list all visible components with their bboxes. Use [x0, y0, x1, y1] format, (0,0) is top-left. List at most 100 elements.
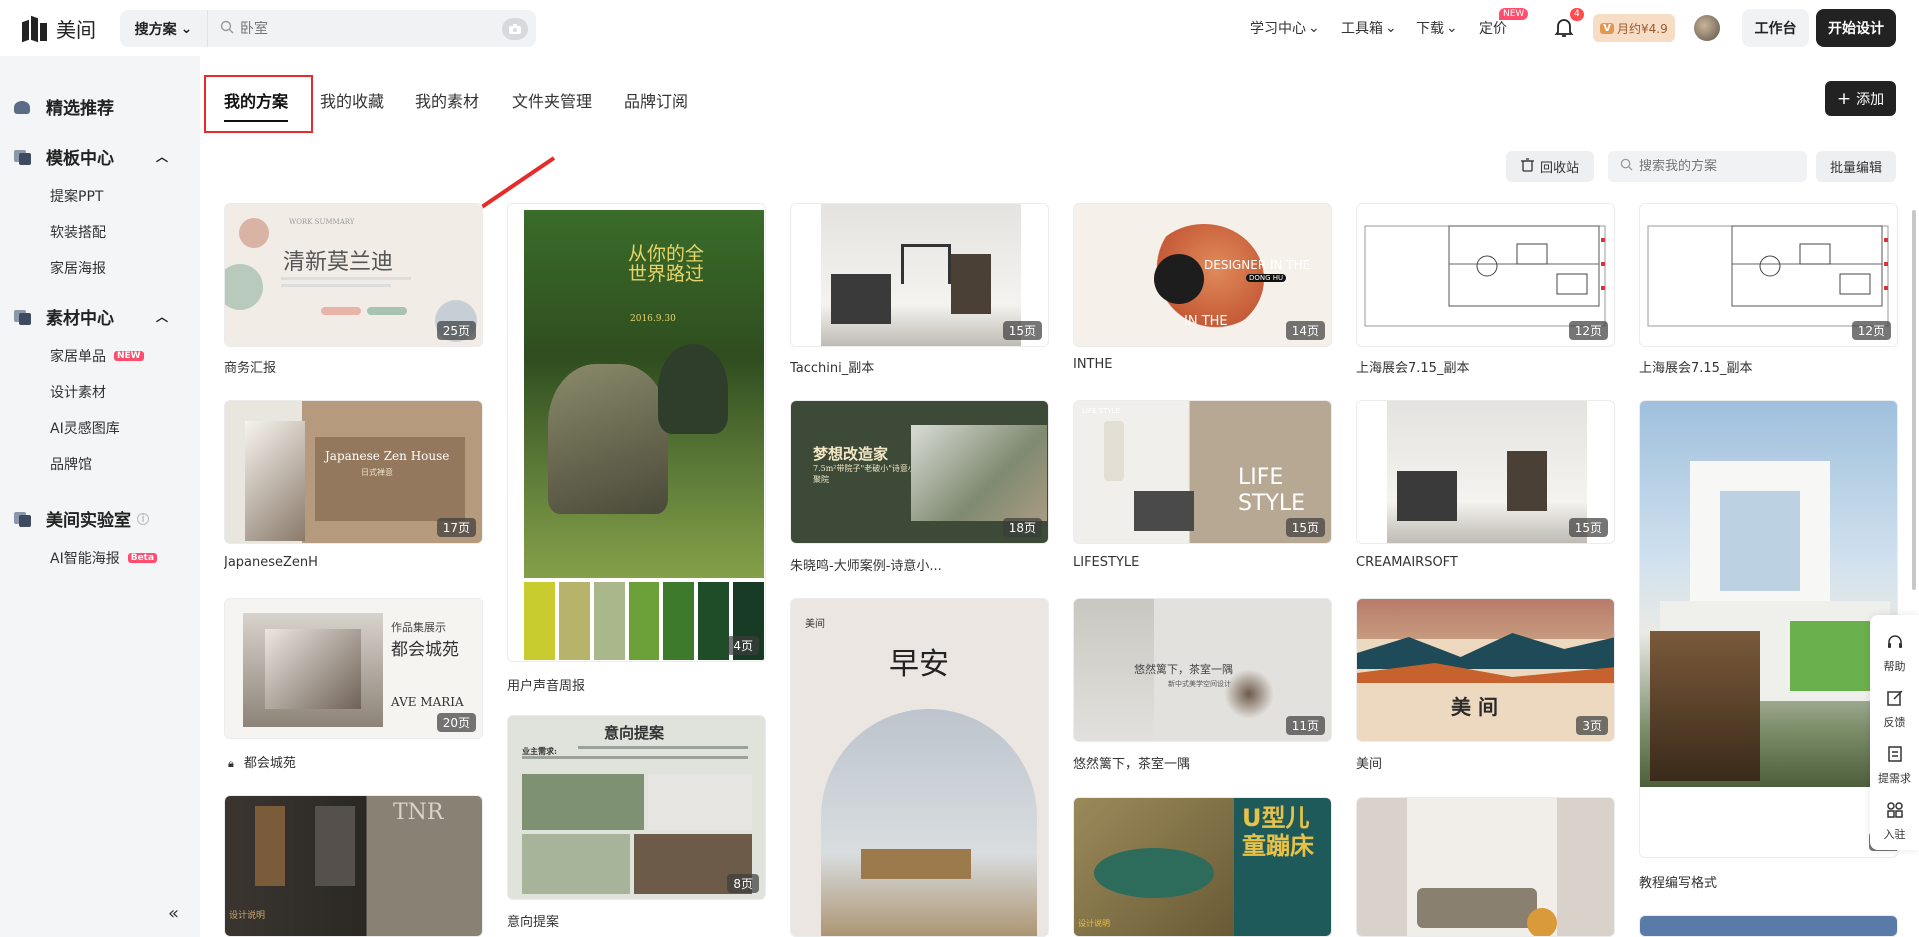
page-count: 12页	[1851, 321, 1891, 340]
scrollbar[interactable]	[1912, 210, 1916, 590]
sidebar-item-ai-poster[interactable]: AI智能海报 Beta	[50, 548, 158, 568]
plan-card[interactable]: WORK SUMMARY 清新莫兰迪 25页	[224, 203, 483, 347]
sidebar-featured[interactable]: 精选推荐	[14, 94, 114, 119]
plan-title: 上海展会7.15_副本	[1356, 361, 1470, 376]
apps-icon	[1870, 801, 1919, 824]
page-count: 4页	[727, 636, 759, 655]
tab-my-favorites[interactable]: 我的收藏	[320, 88, 384, 112]
plan-card[interactable]: LIFE STYLE LIFE STYLE 15页	[1073, 400, 1332, 544]
page-count: 12页	[1568, 321, 1608, 340]
plan-card[interactable]: 从你的全世界路过 2016.9.30 4页	[507, 203, 766, 662]
tab-folder-management[interactable]: 文件夹管理	[512, 88, 592, 112]
plan-card[interactable]: 12页	[1356, 203, 1615, 347]
logo-mark-icon	[22, 15, 48, 42]
chevron-down-icon: ⌄	[180, 20, 193, 37]
search-icon	[1620, 158, 1633, 175]
batch-edit-button[interactable]: 批量编辑	[1816, 151, 1896, 182]
chevron-down-icon: ⌄	[1385, 20, 1397, 36]
tab-my-materials[interactable]: 我的素材	[415, 88, 479, 112]
top-bar: 美间 搜方案 ⌄ 学习中心⌄ 工具箱⌄ 下载⌄ 定价 NEW 4 V月约¥4.9…	[0, 0, 1919, 56]
search-input[interactable]	[240, 20, 490, 37]
chevron-down-icon: ⌄	[1308, 20, 1320, 36]
help-button[interactable]: 帮助	[1870, 633, 1919, 674]
page-count: 17页	[436, 518, 476, 537]
plan-card[interactable]: 2页	[1639, 400, 1898, 858]
sidebar-item-home-poster[interactable]: 家居海报	[50, 258, 106, 278]
plan-card[interactable]: TNR 设计说明	[224, 795, 483, 937]
plan-card[interactable]: 意向提案 业主需求: 8页	[507, 715, 766, 900]
sidebar-item-ai-gallery[interactable]: AI灵感图库	[50, 418, 120, 438]
my-plans-search-input[interactable]	[1639, 159, 1799, 174]
plan-card[interactable]: 12页	[1639, 203, 1898, 347]
page-count: 18页	[1002, 518, 1042, 537]
plan-card[interactable]: 梦想改造家 7.5m²带院子"老破小"诗意小聚院 18页	[790, 400, 1049, 544]
sidebar-item-brand-hall[interactable]: 品牌馆	[50, 454, 92, 474]
start-design-button[interactable]: 开始设计	[1816, 9, 1896, 47]
join-button[interactable]: 入驻	[1870, 801, 1919, 842]
plan-title: 🔒︎ 都会城苑	[228, 756, 296, 771]
plan-card[interactable]: Japanese Zen House 日式禅意 17页	[224, 400, 483, 544]
page-count: 3页	[1576, 716, 1608, 735]
search-scope-select[interactable]: 搜方案 ⌄	[120, 10, 208, 47]
plan-title: Tacchini_副本	[790, 361, 875, 376]
plan-card[interactable]: U型儿童蹦床 设计说明	[1073, 797, 1332, 937]
camera-search-icon[interactable]	[502, 17, 528, 40]
plan-title: INTHE	[1073, 357, 1113, 372]
nav-learn-center[interactable]: 学习中心 ⌄	[1250, 18, 1320, 38]
sidebar-material-center[interactable]: 素材中心 ︿	[14, 304, 168, 329]
feedback-button[interactable]: 反馈	[1870, 689, 1919, 730]
plan-card[interactable]	[1356, 797, 1615, 937]
page-count: 25页	[436, 321, 476, 340]
page-count: 8页	[727, 874, 759, 893]
plan-title: JapaneseZenH	[224, 555, 318, 570]
highlight-box	[204, 75, 313, 133]
nav-toolbox[interactable]: 工具箱 ⌄	[1341, 18, 1397, 38]
plan-card[interactable]: 美 间 3页	[1356, 598, 1615, 742]
plan-title: 商务汇报	[224, 361, 277, 376]
material-icon	[14, 309, 32, 325]
plan-card[interactable]: 悠然篱下，茶室一隅 新中式美学空间设计 11页	[1073, 598, 1332, 742]
beta-badge: Beta	[127, 553, 158, 563]
chevron-down-icon: ⌄	[1446, 20, 1458, 36]
global-search: 搜方案 ⌄	[120, 10, 536, 47]
page-count: 11页	[1285, 716, 1325, 735]
plan-card[interactable]: DESIGNER IN THE DONG HU IN THE 14页	[1073, 203, 1332, 347]
sidebar-item-proposal-ppt[interactable]: 提案PPT	[50, 186, 103, 206]
nav-pricing[interactable]: 定价	[1479, 18, 1507, 38]
page-count: 20页	[436, 713, 476, 732]
info-icon: i	[137, 512, 149, 525]
plan-title: 朱晓鸣-大师案例-诗意小...	[790, 559, 942, 574]
plan-title: 上海展会7.15_副本	[1639, 361, 1753, 376]
search-icon	[220, 20, 234, 38]
collapse-sidebar-icon[interactable]: «	[168, 903, 179, 924]
sidebar: 精选推荐 模板中心 ︿ 提案PPT 软装搭配 家居海报 素材中心 ︿ 家居单品 N…	[0, 56, 200, 937]
plan-card[interactable]: 15页	[1356, 400, 1615, 544]
lock-icon: 🔒︎	[228, 757, 234, 770]
request-button[interactable]: 提需求	[1870, 745, 1919, 786]
add-button[interactable]: + 添加	[1825, 81, 1896, 116]
page-count: 15页	[1568, 518, 1608, 537]
logo[interactable]: 美间	[22, 14, 96, 43]
sidebar-item-home-products[interactable]: 家居单品 NEW	[50, 346, 144, 366]
template-icon	[14, 149, 32, 165]
nav-download[interactable]: 下载 ⌄	[1416, 18, 1458, 38]
plan-title: 用户声音周报	[507, 679, 586, 694]
plan-card[interactable]: 15页	[790, 203, 1049, 347]
plan-title: 美间	[1356, 757, 1383, 772]
sidebar-template-center[interactable]: 模板中心 ︿	[14, 144, 168, 169]
sidebar-lab[interactable]: 美间实验室 i	[14, 506, 149, 531]
logo-text: 美间	[56, 18, 96, 42]
recycle-bin-button[interactable]: 回收站	[1506, 151, 1594, 182]
plan-card[interactable]: 美间 早安	[790, 598, 1049, 937]
featured-icon	[14, 99, 32, 115]
sidebar-item-design-material[interactable]: 设计素材	[50, 382, 106, 402]
tab-brand-subscription[interactable]: 品牌订阅	[624, 88, 688, 112]
edit-icon	[1870, 689, 1919, 712]
plan-card[interactable]: 作品集展示 都会城苑 AVE MARIA 20页	[224, 598, 483, 739]
workbench-button[interactable]: 工作台	[1742, 9, 1809, 47]
avatar[interactable]	[1694, 15, 1720, 41]
sidebar-item-soft-decor[interactable]: 软装搭配	[50, 222, 106, 242]
vip-button[interactable]: V 月约¥4.9	[1593, 14, 1675, 42]
cover-title: 清新莫兰迪	[283, 250, 394, 275]
plan-card[interactable]	[1639, 915, 1898, 937]
